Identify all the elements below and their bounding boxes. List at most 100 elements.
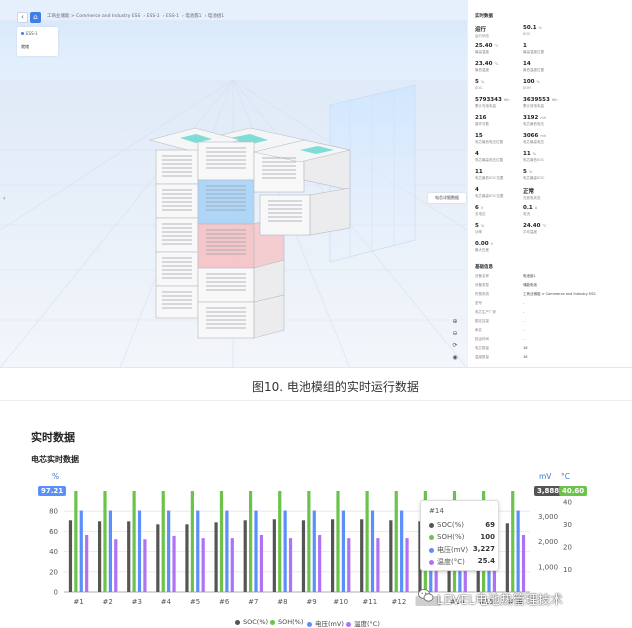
right-tick-label-mv: 3,000: [538, 513, 558, 521]
bar-c-12: [405, 538, 409, 592]
legend-item[interactable]: 温度(°C): [346, 618, 380, 628]
legend-swatch-icon: [307, 621, 312, 627]
bar-mv-7: [254, 510, 258, 592]
tooltip-title: #14: [429, 507, 444, 515]
tooltip-series-value: 25.4: [477, 557, 495, 565]
bar-soc-16: [505, 523, 509, 592]
bar-soh-4: [161, 491, 165, 592]
bar-mv-8: [283, 510, 287, 592]
bar-c-10: [347, 538, 351, 592]
x-tick-label: #7: [248, 598, 258, 606]
legend-swatch-icon: [346, 621, 351, 627]
x-tick-label: #8: [277, 598, 287, 606]
x-tick-label: #2: [103, 598, 113, 606]
bar-mv-6: [225, 510, 229, 592]
right-tick-label-c: 30: [563, 521, 572, 529]
bar-soc-4: [156, 524, 160, 592]
tooltip-series-name: 温度(°C): [437, 558, 465, 566]
tooltip-series-name: 电压(mV): [437, 546, 469, 554]
bar-c-2: [114, 539, 118, 592]
bar-soh-12: [394, 491, 398, 592]
bar-soc-10: [330, 519, 335, 592]
series-swatch-icon: [429, 534, 434, 540]
x-tick-label: #10: [333, 598, 348, 606]
tooltip-series-value: 3,227: [472, 545, 495, 553]
bar-soh-6: [219, 491, 224, 592]
x-tick-label: #6: [219, 598, 230, 606]
bar-mv-16: [516, 510, 520, 592]
right-tick-label-c: 10: [563, 566, 572, 574]
wechat-icon: [418, 589, 434, 602]
right-tick-label-mv: 2,000: [538, 538, 558, 546]
bar-mv-4: [167, 510, 171, 592]
bar-mv-3: [137, 510, 142, 592]
tooltip-series-value: 100: [480, 533, 495, 541]
bar-mv-9: [312, 510, 316, 592]
right-tick-label-mv: 1,000: [538, 563, 558, 571]
bar-mv-12: [400, 510, 404, 592]
bar-soh-8: [278, 491, 282, 592]
bar-soc-5: [185, 524, 189, 592]
series-swatch-icon: [429, 522, 434, 528]
bar-soh-11: [365, 491, 369, 592]
bar-soh-16: [511, 491, 515, 592]
left-tick-label: 20: [49, 568, 58, 576]
bar-soc-7: [243, 520, 247, 592]
bar-soh-2: [103, 491, 107, 592]
bar-soc-9: [301, 520, 306, 592]
legend-item[interactable]: 电压(mV): [307, 618, 344, 628]
x-tick-label: #11: [362, 598, 377, 606]
legend-item[interactable]: SOH(%): [270, 618, 303, 626]
right-tick-label-c: 20: [563, 544, 572, 552]
bar-soc-6: [214, 522, 218, 592]
bar-mv-2: [108, 510, 112, 592]
bar-c-5: [201, 538, 205, 592]
right-tick-label-c: 40: [563, 499, 572, 507]
legend-label: SOC(%): [243, 618, 269, 626]
legend-label: SOH(%): [278, 618, 304, 626]
series-swatch-icon: [429, 559, 434, 565]
bar-soc-11: [360, 519, 364, 592]
series-swatch-icon: [429, 547, 434, 553]
bar-soh-7: [249, 491, 253, 592]
tooltip-row: 温度(°C) 25.4: [429, 557, 495, 567]
bar-c-7: [259, 534, 264, 592]
left-tick-label: 60: [49, 528, 58, 536]
bar-c-8: [288, 538, 293, 592]
bar-soc-3: [127, 521, 131, 592]
bar-c-4: [172, 535, 176, 592]
legend-swatch-icon: [270, 619, 275, 625]
legend-label: 电压(mV): [315, 620, 344, 628]
left-tick-label: 0: [54, 589, 58, 597]
bar-c-11: [376, 538, 380, 592]
bar-soh-10: [336, 491, 340, 592]
bar-soh-9: [307, 491, 311, 592]
bar-soc-12: [389, 520, 393, 592]
bar-soc-8: [272, 519, 276, 592]
x-tick-label: #3: [132, 598, 142, 606]
legend-swatch-icon: [235, 619, 240, 625]
bar-mv-5: [196, 510, 200, 592]
legend-item[interactable]: SOC(%): [235, 618, 268, 626]
tooltip-row: SOC(%) 69: [429, 521, 495, 529]
bar-c-9: [318, 534, 322, 592]
x-tick-label: #9: [306, 598, 316, 606]
cell-realtime-chart[interactable]: 0 20 40 60 80 1,000 2,000 3,000 10 20 30 40 #1 #2 #3 #4…: [0, 0, 632, 628]
tooltip-row: SOH(%) 100: [429, 533, 495, 541]
tooltip-series-name: SOC(%): [437, 521, 464, 529]
bar-c-3: [143, 539, 147, 592]
tooltip-series-value: 69: [485, 521, 495, 529]
bar-mv-11: [370, 510, 375, 592]
chart-tooltip: #14 SOC(%) 69 SOH(%) 100 电压(mV) 3,227 温度(°C) 25…: [420, 500, 499, 571]
bar-c-16: [521, 534, 526, 592]
x-tick-label: #12: [392, 598, 407, 606]
bar-soh-5: [190, 491, 194, 592]
bar-soh-3: [132, 491, 136, 592]
tooltip-row: 电压(mV) 3,227: [429, 545, 495, 555]
bar-mv-1: [79, 510, 83, 592]
bar-c-1: [85, 534, 89, 592]
left-tick-label: 40: [49, 548, 58, 556]
left-tick-label: 80: [49, 508, 58, 516]
bar-soc-1: [68, 520, 73, 592]
bar-mv-10: [341, 510, 345, 592]
